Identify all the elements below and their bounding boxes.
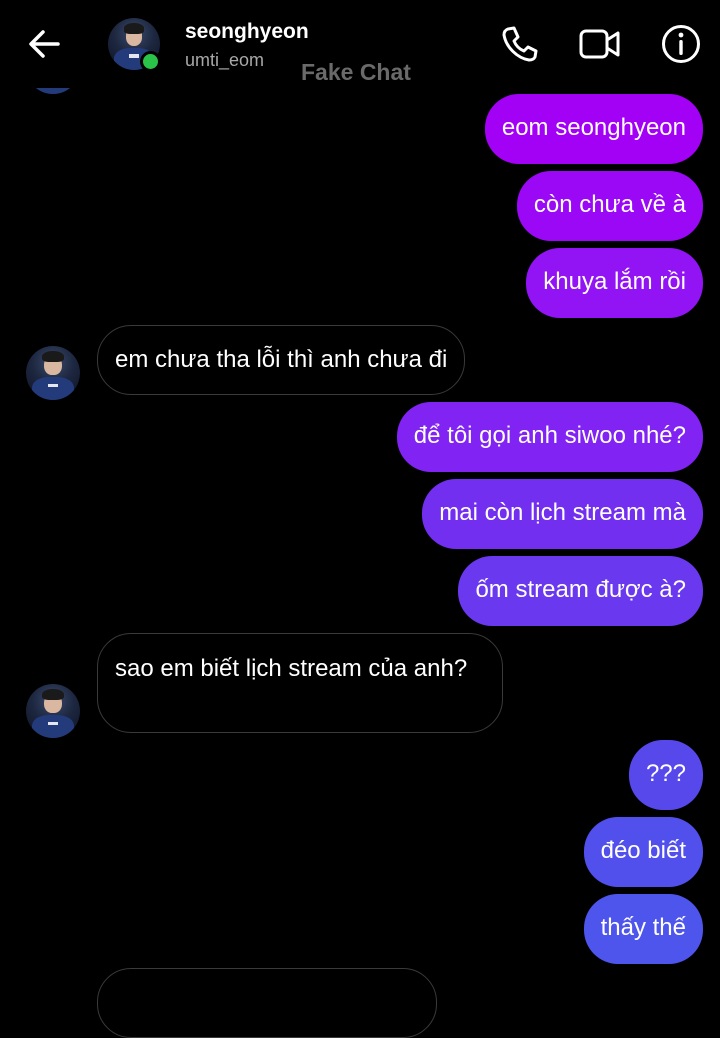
message-outgoing[interactable]: đéo biết: [583, 817, 703, 887]
online-status-dot: [140, 51, 161, 72]
message-incoming-partial: [97, 968, 437, 1038]
contact-name[interactable]: seonghyeon: [185, 20, 309, 44]
message-outgoing[interactable]: eom seonghyeon: [484, 94, 703, 164]
message-incoming[interactable]: em chưa tha lỗi thì anh chưa đi: [97, 325, 466, 395]
contact-handle: umti_eom: [185, 50, 265, 70]
back-arrow-icon[interactable]: [24, 26, 64, 62]
message-outgoing[interactable]: khuya lắm rồi: [526, 248, 703, 318]
message-outgoing[interactable]: ???: [628, 740, 703, 810]
message-outgoing[interactable]: để tôi gọi anh siwoo nhé?: [396, 402, 703, 472]
message-outgoing[interactable]: thấy thế: [583, 894, 703, 964]
message-outgoing[interactable]: mai còn lịch stream mà: [422, 479, 703, 549]
phone-icon[interactable]: [498, 22, 542, 66]
chat-header: seonghyeon umti_eom Fake Chat: [0, 0, 720, 88]
watermark: Fake Chat: [301, 59, 411, 85]
contact-avatar-small[interactable]: [26, 684, 80, 738]
info-icon[interactable]: [659, 22, 703, 66]
video-camera-icon[interactable]: [578, 22, 622, 66]
contact-avatar-small[interactable]: [26, 346, 80, 400]
message-outgoing[interactable]: ốm stream được à?: [458, 556, 703, 626]
message-incoming[interactable]: sao em biết lịch stream của anh?: [97, 633, 503, 733]
message-outgoing[interactable]: còn chưa về à: [516, 171, 703, 241]
